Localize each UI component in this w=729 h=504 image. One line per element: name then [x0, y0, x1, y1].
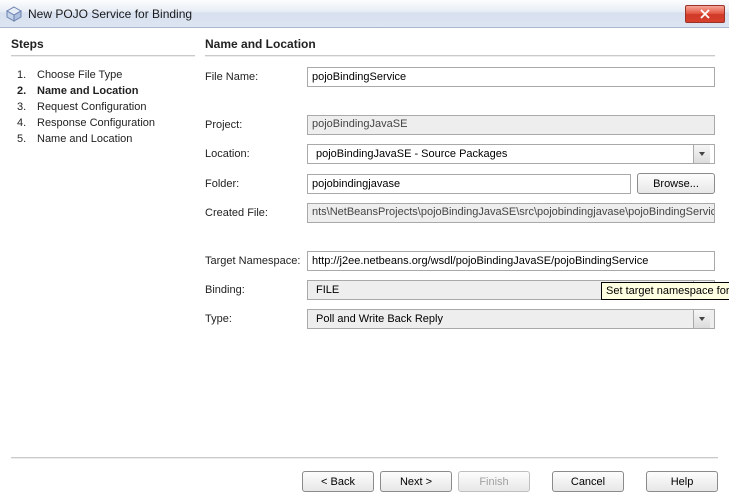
help-button[interactable]: Help	[646, 471, 718, 492]
finish-button: Finish	[458, 471, 530, 492]
folder-input[interactable]	[307, 174, 631, 194]
divider	[11, 55, 195, 57]
project-label: Project:	[205, 119, 301, 131]
back-button[interactable]: < Back	[302, 471, 374, 492]
filename-label: File Name:	[205, 71, 301, 83]
close-button[interactable]	[685, 5, 725, 23]
binding-label: Binding:	[205, 284, 301, 296]
targetns-label: Target Namespace:	[205, 255, 301, 267]
chevron-down-icon[interactable]	[693, 145, 710, 163]
step-3: 3.Request Configuration	[17, 99, 195, 115]
type-label: Type:	[205, 313, 301, 325]
app-icon	[6, 6, 22, 22]
window-title: New POJO Service for Binding	[28, 7, 192, 21]
step-2: 2.Name and Location	[17, 83, 195, 99]
type-combo[interactable]: Poll and Write Back Reply	[307, 309, 715, 329]
next-button[interactable]: Next >	[380, 471, 452, 492]
steps-list: 1.Choose File Type 2.Name and Location 3…	[11, 67, 195, 147]
chevron-down-icon[interactable]	[693, 310, 710, 328]
browse-button[interactable]: Browse...	[637, 173, 715, 194]
createdfile-field: nts\NetBeansProjects\pojoBindingJavaSE\s…	[307, 203, 715, 223]
step-5: 5.Name and Location	[17, 131, 195, 147]
cancel-button[interactable]: Cancel	[552, 471, 624, 492]
close-icon	[700, 9, 710, 19]
location-value: pojoBindingJavaSE - Source Packages	[312, 146, 693, 162]
location-label: Location:	[205, 148, 301, 160]
folder-label: Folder:	[205, 178, 301, 190]
panel-title: Name and Location	[205, 37, 715, 51]
targetns-input[interactable]	[307, 251, 715, 271]
location-combo[interactable]: pojoBindingJavaSE - Source Packages	[307, 144, 715, 164]
divider	[205, 55, 715, 57]
footer: < Back Next > Finish Cancel Help	[0, 459, 729, 504]
type-value: Poll and Write Back Reply	[312, 311, 693, 327]
titlebar: New POJO Service for Binding	[0, 0, 729, 28]
steps-title: Steps	[11, 37, 195, 51]
createdfile-label: Created File:	[205, 207, 301, 219]
project-field: pojoBindingJavaSE	[307, 115, 715, 135]
step-4: 4.Response Configuration	[17, 115, 195, 131]
filename-input[interactable]	[307, 67, 715, 87]
tooltip: Set target namespace for	[601, 282, 729, 300]
step-1: 1.Choose File Type	[17, 67, 195, 83]
